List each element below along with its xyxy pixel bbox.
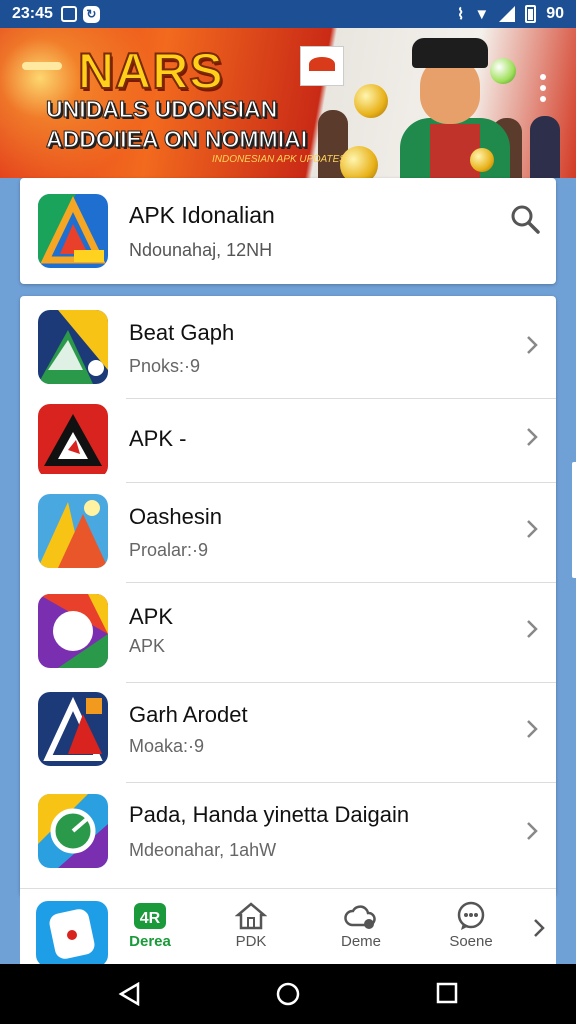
sync-icon: ↻ xyxy=(82,5,100,23)
bulb-icon xyxy=(490,58,516,84)
battery-level: 90 xyxy=(546,5,564,22)
app-title: APK xyxy=(129,604,174,629)
list-item[interactable]: Pada, Handa yinetta Daigain Mdeonahar, 1… xyxy=(20,784,556,884)
chevron-right-icon xyxy=(524,820,540,842)
list-item[interactable]: Oashesin Proalar:·9 xyxy=(20,484,556,584)
banner-subtitle-2: ADDOIIEA ON NOMMIAI xyxy=(45,126,308,153)
app-list: Beat Gaph Pnoks:·9 APK - Oashesin Proala… xyxy=(20,296,556,896)
apk-logo-icon: 4R xyxy=(134,903,166,929)
list-item[interactable]: Beat Gaph Pnoks:·9 xyxy=(20,296,556,396)
list-item[interactable]: APK APK xyxy=(20,584,556,684)
banner-title: NARS xyxy=(77,42,224,100)
app-title: Beat Gaph xyxy=(129,320,235,345)
sunrise-app-icon xyxy=(38,494,108,568)
gauge-app-icon xyxy=(38,794,108,868)
more-menu-icon[interactable] xyxy=(540,74,546,102)
vibrate-icon: ⌇ xyxy=(457,6,465,23)
bottom-navigation: 4R Derea PDK Deme Soene xyxy=(20,888,556,967)
chevron-right-icon[interactable] xyxy=(532,917,546,939)
tab-label: PDK xyxy=(235,933,267,950)
app-title: Pada, Handa yinetta Daigain xyxy=(129,802,410,827)
app-subtitle: Mdeonahar, 1ahW xyxy=(129,840,277,860)
chevron-right-icon xyxy=(524,618,540,640)
svg-text:4R: 4R xyxy=(140,910,161,927)
recents-icon[interactable] xyxy=(436,982,458,1009)
tab-label: Soene xyxy=(449,933,493,950)
status-time: 23:45 xyxy=(12,5,53,22)
apk-red-icon xyxy=(38,404,108,478)
beat-graph-icon xyxy=(38,310,108,384)
chevron-right-icon xyxy=(524,334,540,356)
featured-shortcut-icon[interactable] xyxy=(36,901,108,967)
flag-emblem xyxy=(300,46,344,86)
tab-label: Deme xyxy=(340,933,381,950)
promo-banner[interactable]: NARS UNIDALS UDONSIAN ADDOIIEA ON NOMMIA… xyxy=(0,28,576,178)
apk-triangle-icon xyxy=(38,194,108,268)
chevron-right-icon xyxy=(524,718,540,740)
app-subtitle: Pnoks:·9 xyxy=(129,356,201,376)
banner-tagline: INDONESIAN APK UPDATES xyxy=(212,154,346,165)
ball-icon xyxy=(470,148,494,172)
chat-icon xyxy=(457,901,485,930)
tab-deme[interactable]: Deme xyxy=(321,901,401,957)
status-bar: 23:45 ↻ ⌇ ▼ 90 xyxy=(0,0,576,28)
app-subtitle: Proalar:·9 xyxy=(129,540,209,560)
featured-app-title: APK Idonalian xyxy=(129,202,275,228)
search-icon[interactable] xyxy=(510,204,540,234)
chevron-right-icon xyxy=(524,426,540,448)
app-subtitle: Moaka:·9 xyxy=(129,736,205,756)
settings-cloud-icon xyxy=(344,905,376,929)
app-title: Garh Arodet xyxy=(129,702,248,727)
signal-icon xyxy=(499,6,516,22)
ball-icon xyxy=(354,84,388,118)
apk-circle-icon xyxy=(38,594,108,668)
key-icon xyxy=(22,62,62,70)
back-icon[interactable] xyxy=(118,981,142,1011)
featured-app-subtitle: Ndounahaj, 12NH xyxy=(129,240,273,260)
tab-label: Derea xyxy=(129,933,171,950)
featured-app-card[interactable]: APK Idonalian Ndounahaj, 12NH xyxy=(20,178,556,284)
app-title: APK - xyxy=(129,426,187,451)
home-button-icon[interactable] xyxy=(276,982,300,1011)
tab-derea[interactable]: 4R Derea xyxy=(110,901,190,957)
tab-soene[interactable]: Soene xyxy=(431,901,511,957)
chevron-right-icon xyxy=(524,518,540,540)
wifi-icon: ▼ xyxy=(474,5,490,23)
status-icons: ⌇ ▼ 90 xyxy=(457,5,564,23)
garh-app-icon xyxy=(38,692,108,766)
app-title: Oashesin xyxy=(129,504,222,529)
app-subtitle: APK xyxy=(129,636,166,656)
banner-character xyxy=(400,34,520,178)
tab-pdk[interactable]: PDK xyxy=(211,901,291,957)
home-icon xyxy=(235,902,267,930)
battery-icon xyxy=(525,5,537,23)
edge-panel-handle[interactable] xyxy=(572,462,576,578)
system-navigation-bar xyxy=(0,964,576,1024)
list-item[interactable]: Garh Arodet Moaka:·9 xyxy=(20,684,556,784)
notification-icon xyxy=(60,6,77,22)
banner-subtitle-1: UNIDALS UDONSIAN xyxy=(45,96,278,123)
